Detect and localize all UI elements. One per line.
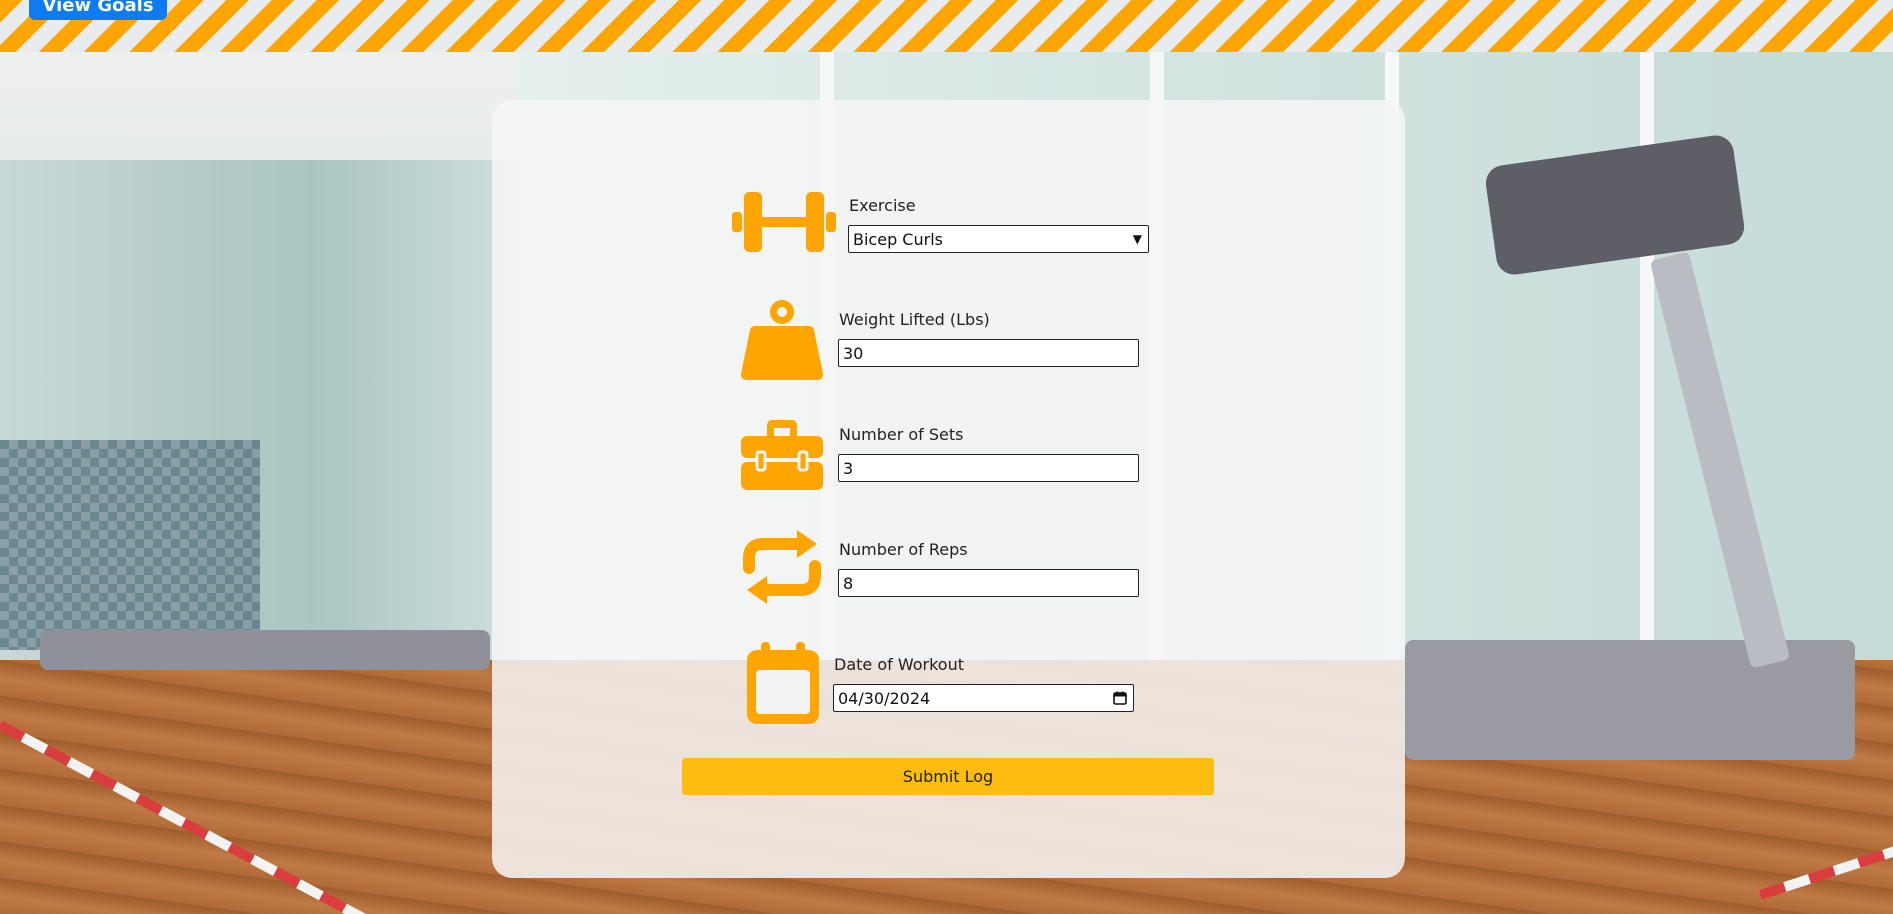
- sets-value: 3: [843, 458, 854, 478]
- chevron-down-icon: ▼: [1132, 232, 1142, 246]
- date-input[interactable]: 04/30/2024: [833, 684, 1134, 712]
- exercise-select[interactable]: Bicep Curls ▼: [848, 225, 1149, 253]
- exercise-selected-value: Bicep Curls: [853, 229, 943, 249]
- exercise-label: Exercise: [849, 196, 916, 215]
- view-goals-button[interactable]: View Goals: [29, 0, 167, 20]
- reps-value: 8: [843, 573, 854, 593]
- weight-icon: [741, 298, 823, 380]
- sets-input[interactable]: 3: [838, 454, 1139, 482]
- weight-label: Weight Lifted (Lbs): [839, 310, 990, 329]
- sets-label: Number of Sets: [839, 425, 964, 444]
- weight-value: 30: [843, 343, 864, 363]
- repeat-icon: [741, 528, 823, 606]
- submit-log-button[interactable]: Submit Log: [682, 758, 1214, 795]
- top-bar: View Goals: [0, 0, 1893, 52]
- calendar-icon: [747, 642, 819, 724]
- toolbox-icon: [741, 418, 823, 490]
- workout-log-card: Exercise Bicep Curls ▼ Weight Lifted (Lb…: [492, 100, 1405, 878]
- weight-input[interactable]: 30: [838, 339, 1139, 367]
- checker-wall: [0, 440, 260, 650]
- date-value: 04/30/2024: [838, 688, 931, 708]
- reps-input[interactable]: 8: [838, 569, 1139, 597]
- treadmill: [40, 630, 490, 670]
- date-label: Date of Workout: [834, 655, 964, 674]
- dumbbell-icon: [732, 186, 836, 258]
- reps-label: Number of Reps: [839, 540, 968, 559]
- calendar-picker-icon[interactable]: [1113, 691, 1127, 705]
